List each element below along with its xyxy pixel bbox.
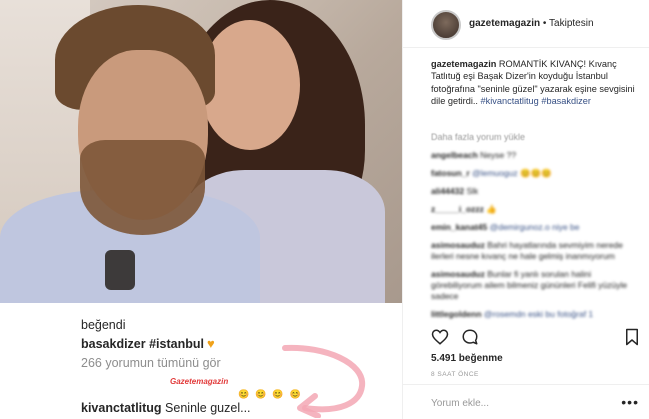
comment-username[interactable]: angelbeach [431,150,478,160]
post-sidebar: gazetemagazin • Takiptesin gazetemagazin… [403,0,649,419]
liked-label: beğendi [81,318,126,332]
comment-list: angelbeach Neyse ?? fatosun_r @lemuoguz … [431,150,643,327]
embedded-reply: kivanctatlitug Seninle guzel... [81,401,251,415]
photo-watch [105,250,135,290]
comment-username[interactable]: asimosauduz [431,240,485,250]
photo-man-beard [80,140,205,235]
embedded-hashtag: #istanbul [145,337,204,351]
comment-username[interactable]: fatosun_r [431,168,470,178]
comment-item: emin_kanat45 @demirgunoz.o niye be [431,222,643,233]
hashtag-kivanctatlitug[interactable]: #kivanctatlitug [481,96,539,106]
embedded-username: basakdizer [81,337,146,351]
post-timestamp: 8 SAAT ÖNCE [431,371,479,378]
highlight-arrow-icon [282,344,366,418]
like-count[interactable]: 5.491 beğenme [431,353,503,364]
comment-input[interactable]: Yorum ekle... [431,398,489,409]
comment-text: @rosemdn eski bu fotoğraf 1 [481,309,594,319]
comment-item: z_____i_ozzz 👍 [431,204,643,215]
comment-item: asimosauduz Bunlar fi yanlı sorulan hali… [431,269,643,302]
post-caption: gazetemagazin ROMANTİK KIVANÇ! Kıvanç Ta… [431,58,641,107]
avatar[interactable] [431,10,461,40]
comment-item: asimosauduz Bahri hayatlarında sevmiyim … [431,240,643,262]
reply-username: kivanctatlitug [81,401,162,415]
caption-username[interactable]: gazetemagazin [431,59,496,69]
embedded-caption-line: basakdizer #istanbul ♥ [81,336,215,351]
comment-username[interactable]: z_____i_ozzz [431,204,484,214]
hashtag-basakdizer[interactable]: #basakdizer [541,96,591,106]
post-photo[interactable] [0,0,402,303]
heart-outline-icon[interactable] [431,328,449,346]
comment-text: @lemuoguz 😊😊😊 [469,168,552,178]
bookmark-icon[interactable] [623,328,641,346]
comment-item: ali44432 Slk [431,186,643,197]
comment-username[interactable]: ali44432 [431,186,464,196]
action-bar [431,328,641,346]
watermark-stamp: Gazetemagazin [170,377,229,386]
comment-text: @demirgunoz.o niye be [487,222,580,232]
comment-username[interactable]: emin_kanat45 [431,222,487,232]
comment-text: Slk [464,186,479,196]
post-header: gazetemagazin • Takiptesin [403,0,649,48]
header-account: gazetemagazin • Takiptesin [469,18,594,29]
comment-username[interactable]: littlegoldenn [431,309,482,319]
comment-icon[interactable] [461,328,479,346]
comment-item: littlegoldenn @rosemdn eski bu fotoğraf … [431,309,643,320]
load-more-comments[interactable]: Daha fazla yorum yükle [431,132,525,142]
comment-composer: Yorum ekle... ••• [403,384,649,419]
follow-status[interactable]: Takiptesin [549,18,593,29]
comment-text: 👍 [483,204,497,214]
comment-item: angelbeach Neyse ?? [431,150,643,161]
view-all-comments: 266 yorumun tümünü gör [81,356,221,370]
options-icon[interactable]: ••• [621,394,639,410]
comment-item: fatosun_r @lemuoguz 😊😊😊 [431,168,643,179]
photo-woman-face [200,20,300,150]
header-separator: • [540,18,550,29]
reply-text: Seninle guzel... [161,401,251,415]
header-username[interactable]: gazetemagazin [469,18,540,29]
heart-emoji-icon: ♥ [206,336,215,351]
comment-username[interactable]: asimosauduz [431,269,485,279]
comment-text: Neyse ?? [477,150,517,160]
